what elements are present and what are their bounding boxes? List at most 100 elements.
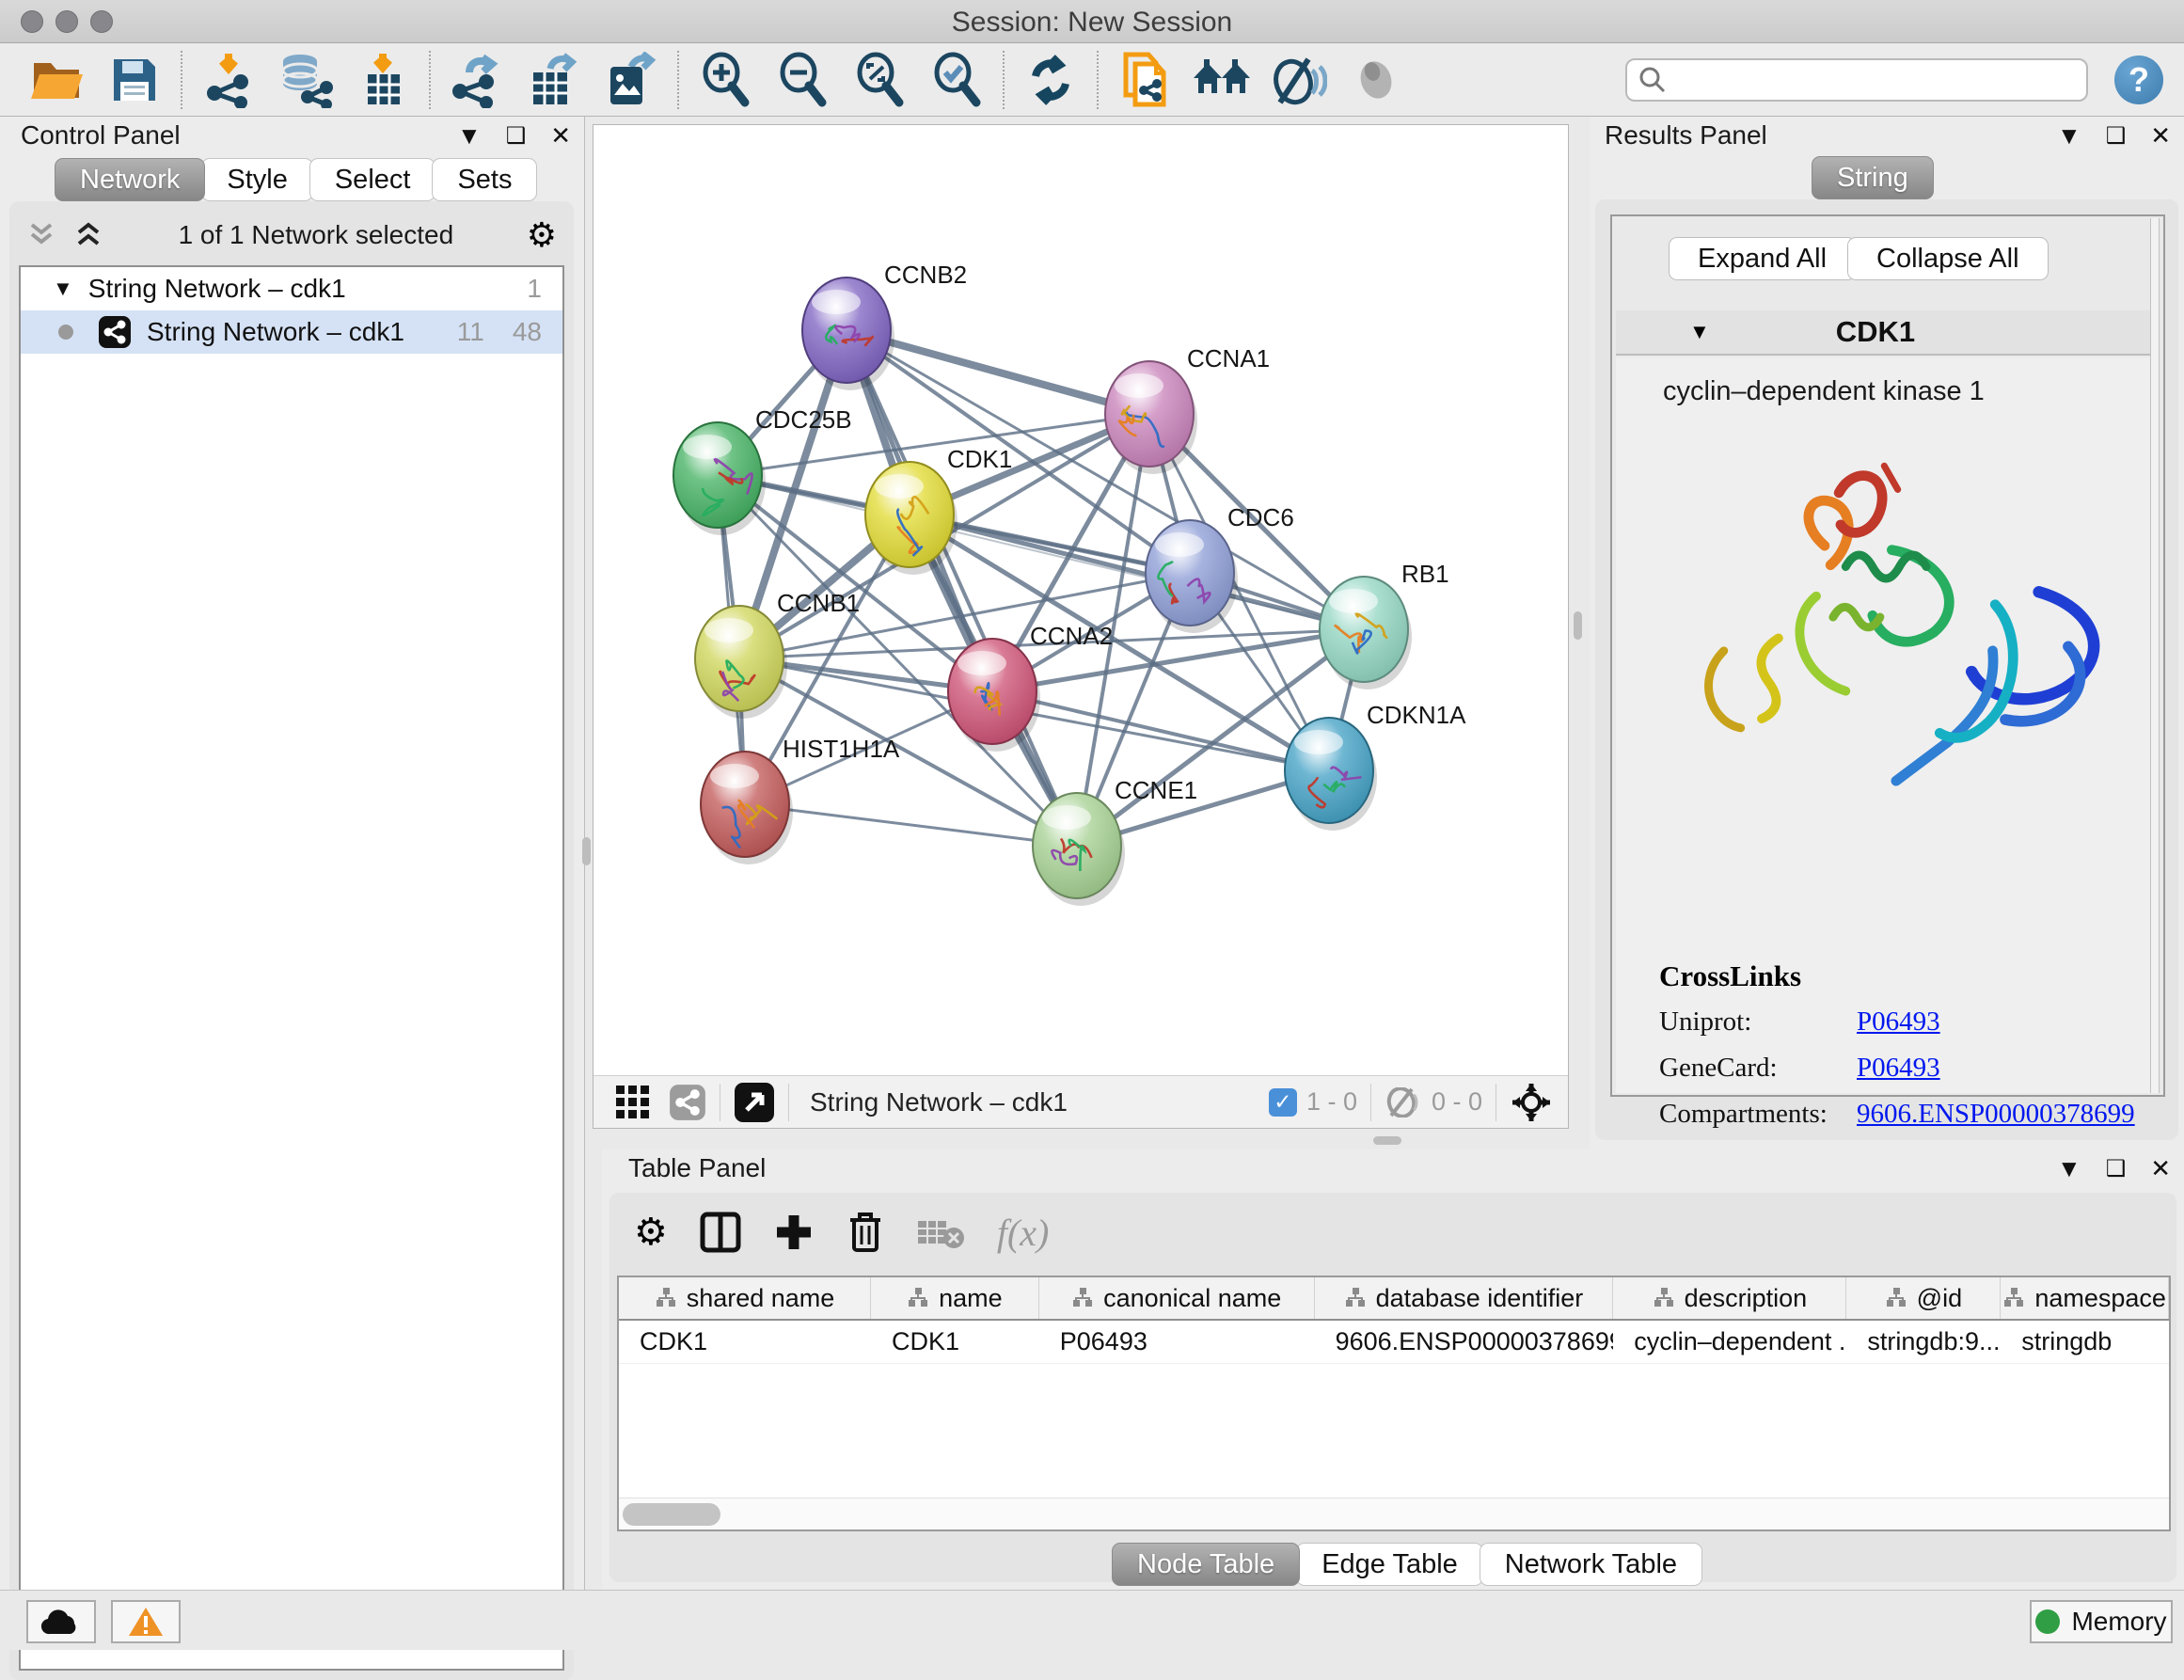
zoom-in-button[interactable] [687, 49, 764, 111]
delete-column-trash-icon[interactable] [847, 1211, 884, 1254]
expand-all-icon[interactable] [73, 221, 105, 249]
cell-description[interactable]: cyclin–dependent ... [1613, 1321, 1846, 1363]
gene-collapse-arrow-icon[interactable]: ▼ [1689, 320, 1710, 344]
scrollbar-thumb[interactable] [623, 1503, 720, 1526]
tab-sets[interactable]: Sets [432, 158, 537, 201]
bottom-splitter-handle[interactable] [1373, 1136, 1401, 1145]
export-image-button[interactable] [593, 49, 670, 111]
crosslink-link[interactable]: P06493 [1857, 1053, 1940, 1083]
cloud-button[interactable] [26, 1600, 96, 1643]
table-horizontal-scrollbar[interactable] [619, 1498, 2169, 1529]
tab-edge-table[interactable]: Edge Table [1296, 1543, 1483, 1586]
column-header-@id[interactable]: @id [1846, 1277, 2001, 1319]
copy-network-button[interactable] [1106, 49, 1183, 111]
network-mode-icon[interactable] [669, 1084, 706, 1121]
node-HIST1H1A[interactable] [701, 752, 789, 857]
tab-node-table[interactable]: Node Table [1112, 1543, 1300, 1586]
import-network-database-button[interactable] [267, 49, 344, 111]
column-header-namespace[interactable]: namespace [2001, 1277, 2169, 1319]
control-panel-close-button[interactable]: ✕ [550, 121, 571, 151]
node-table[interactable]: shared namenamecanonical namedatabase id… [617, 1276, 2171, 1531]
column-header-name[interactable]: name [871, 1277, 1039, 1319]
table-gear-icon[interactable]: ⚙ [634, 1211, 668, 1254]
node-CCNA1[interactable] [1105, 361, 1194, 467]
column-header-shared-name[interactable]: shared name [619, 1277, 871, 1319]
left-splitter-handle[interactable] [582, 837, 591, 865]
cell-@id[interactable]: stringdb:9... [1846, 1321, 2001, 1363]
table-panel-close-button[interactable]: ✕ [2150, 1154, 2171, 1183]
collapse-all-icon[interactable] [26, 221, 58, 249]
cell-namespace[interactable]: stringdb [2001, 1321, 2169, 1363]
column-header-canonical-name[interactable]: canonical name [1039, 1277, 1315, 1319]
node-CCNA2[interactable] [948, 639, 1037, 744]
network-row-selected[interactable]: String Network – cdk1 11 48 [21, 310, 562, 354]
export-table-button[interactable] [515, 49, 593, 111]
expand-all-button[interactable]: Expand All [1669, 237, 1856, 280]
import-table-file-button[interactable] [344, 49, 421, 111]
node-CCNE1[interactable] [1033, 793, 1121, 898]
network-options-gear-icon[interactable]: ⚙ [527, 215, 557, 255]
control-panel-maximize-button[interactable]: ❑ [506, 122, 527, 150]
tab-style[interactable]: Style [201, 158, 312, 201]
table-panel-float-button[interactable]: ▼ [2057, 1154, 2081, 1183]
collapse-all-button[interactable]: Collapse All [1847, 237, 2049, 280]
results-scrollbar[interactable] [2150, 218, 2160, 1093]
results-panel-maximize-button[interactable]: ❑ [2106, 122, 2127, 150]
import-network-file-button[interactable] [190, 49, 267, 111]
show-columns-icon[interactable] [700, 1212, 741, 1253]
string-home-button[interactable] [1183, 49, 1260, 111]
node-RB1[interactable] [1320, 577, 1408, 682]
save-session-button[interactable] [96, 49, 173, 111]
edge-CCNA2-CDKN1A[interactable] [992, 691, 1329, 770]
node-CDC6[interactable] [1146, 520, 1234, 626]
open-session-button[interactable] [19, 49, 96, 111]
results-panel-close-button[interactable]: ✕ [2150, 121, 2171, 151]
grid-mode-icon[interactable] [614, 1084, 652, 1121]
hidden-eye-slash-icon[interactable] [1385, 1087, 1422, 1117]
help-button[interactable]: ? [2114, 55, 2163, 104]
right-splitter-handle[interactable] [1574, 611, 1582, 640]
control-panel-float-button[interactable]: ▼ [457, 121, 482, 151]
zoom-selected-button[interactable] [918, 49, 995, 111]
gene-section-header[interactable]: ▼ CDK1 [1616, 310, 2154, 356]
memory-button[interactable]: Memory [2030, 1600, 2173, 1643]
add-column-icon[interactable] [773, 1212, 815, 1253]
node-CCNB1[interactable] [695, 606, 783, 711]
node-CDC25B[interactable] [673, 422, 762, 528]
tab-network-table[interactable]: Network Table [1480, 1543, 1702, 1586]
zoom-fit-button[interactable] [841, 49, 918, 111]
warnings-button[interactable] [111, 1600, 181, 1643]
edge-CCNB2-CCNE1[interactable] [847, 330, 1077, 846]
results-tab-string[interactable]: String [1812, 156, 1934, 199]
node-CDKN1A[interactable] [1285, 718, 1373, 823]
edge-HIST1H1A-CCNE1[interactable] [745, 804, 1077, 846]
zoom-out-button[interactable] [764, 49, 841, 111]
node-CCNB2[interactable] [802, 277, 891, 383]
cell-canonical-name[interactable]: P06493 [1039, 1321, 1315, 1363]
table-row[interactable]: CDK1CDK1P064939606.ENSP00000378699cyclin… [619, 1321, 2169, 1364]
column-header-database-identifier[interactable]: database identifier [1315, 1277, 1614, 1319]
results-panel-float-button[interactable]: ▼ [2057, 121, 2081, 151]
table-panel-maximize-button[interactable]: ❑ [2106, 1155, 2127, 1182]
function-builder-icon[interactable]: f(x) [997, 1211, 1050, 1255]
apply-layout-button[interactable] [1012, 49, 1089, 111]
delete-table-icon[interactable] [916, 1215, 965, 1249]
blur-view-button[interactable] [1260, 49, 1337, 111]
pan-crosshair-icon[interactable] [1510, 1081, 1553, 1124]
export-network-button[interactable] [438, 49, 515, 111]
eye-disabled-button[interactable] [1337, 49, 1415, 111]
crosslink-link[interactable]: P06493 [1857, 1006, 1940, 1037]
cell-shared-name[interactable]: CDK1 [619, 1321, 871, 1363]
cell-name[interactable]: CDK1 [871, 1321, 1039, 1363]
network-canvas[interactable]: CCNB2CCNA1CDC25BCDK1CDC6RB1CCNB1CCNA2CDK… [593, 124, 1569, 1129]
network-graph[interactable]: CCNB2CCNA1CDC25BCDK1CDC6RB1CCNB1CCNA2CDK… [593, 125, 1568, 1075]
crosslink-link[interactable]: 9606.ENSP00000378699 [1857, 1099, 2135, 1129]
birdseye-view-icon[interactable] [734, 1082, 775, 1123]
tree-expand-arrow-icon[interactable]: ▼ [53, 277, 73, 301]
search-input[interactable] [1667, 65, 2062, 94]
network-collection-row[interactable]: ▼ String Network – cdk1 1 [21, 267, 562, 310]
selected-checkbox-icon[interactable]: ✓ [1269, 1088, 1297, 1117]
node-CDK1[interactable] [865, 462, 954, 567]
tab-select[interactable]: Select [309, 158, 436, 201]
cell-database-identifier[interactable]: 9606.ENSP00000378699 [1315, 1321, 1614, 1363]
